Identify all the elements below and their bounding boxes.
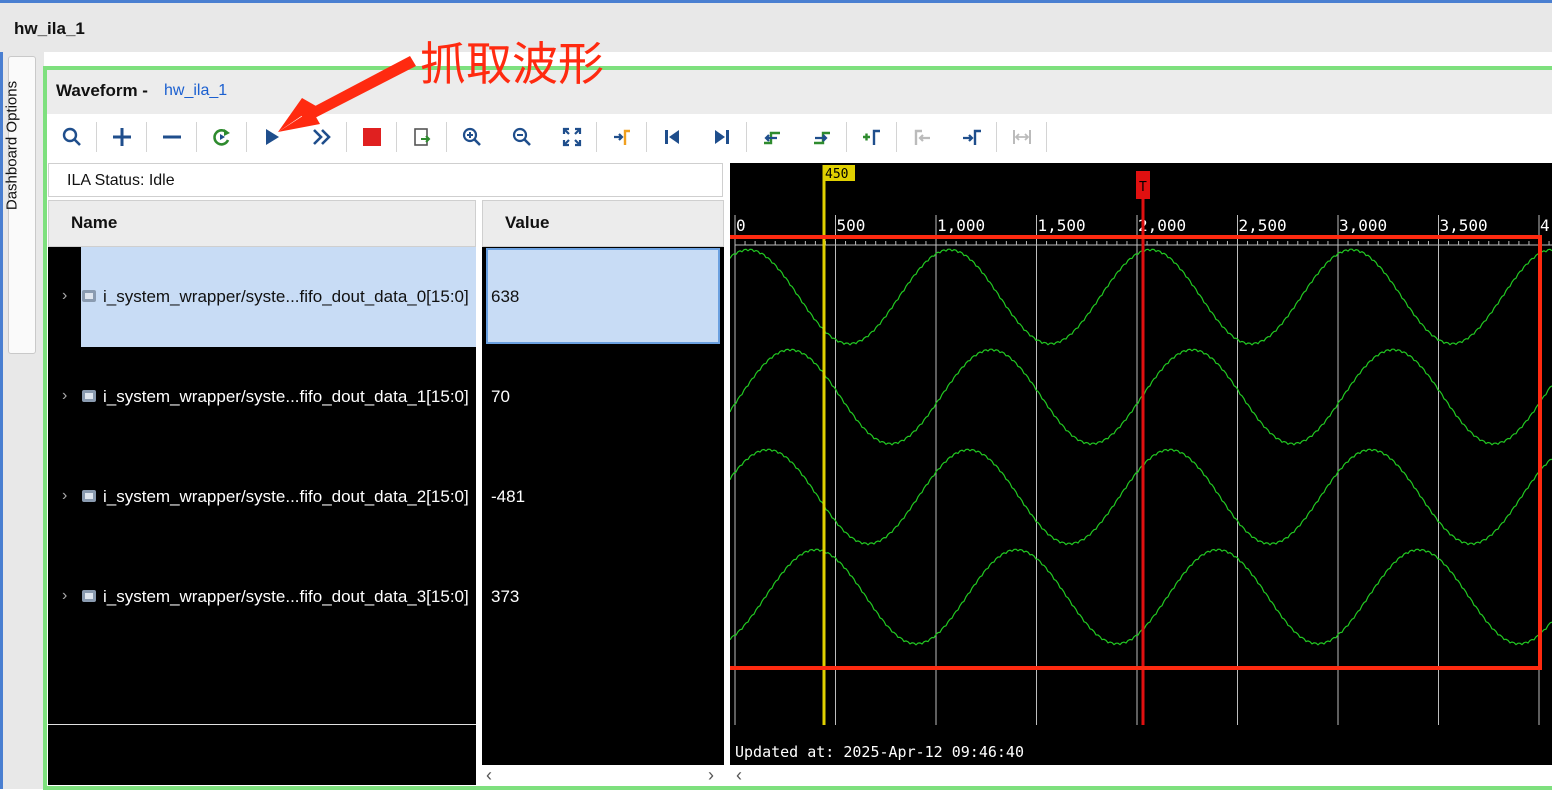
highlight-frame	[43, 66, 1552, 790]
annotation-arrow	[278, 56, 416, 132]
title-bar	[0, 0, 1552, 52]
annotation-text: 抓取波形	[420, 37, 604, 91]
window-title: hw_ila_1	[14, 19, 85, 38]
dashboard-options-label: Dashboard Options	[3, 80, 21, 211]
